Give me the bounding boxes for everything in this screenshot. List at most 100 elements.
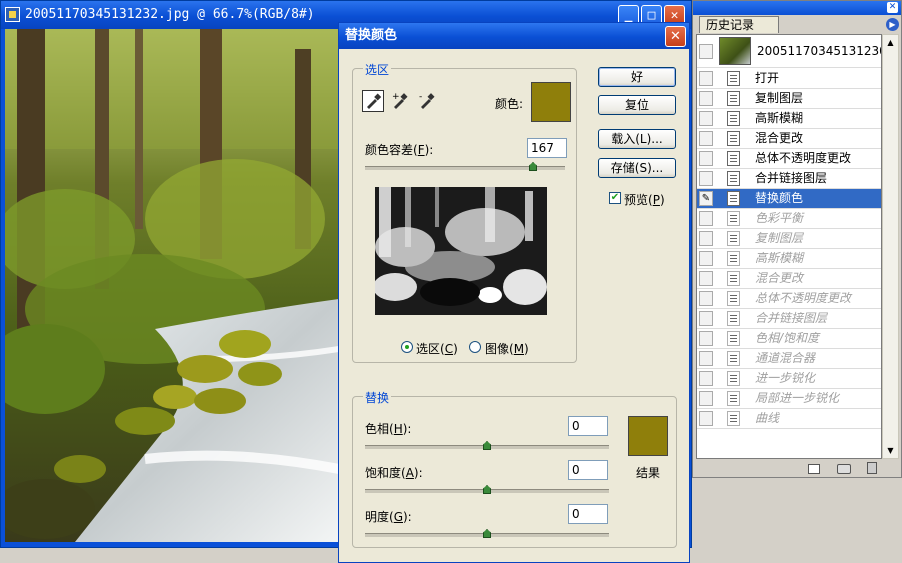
result-label: 结果 [636,466,661,480]
selected-color-swatch[interactable] [531,82,571,122]
history-snapshot[interactable]: 20051170345131230... [697,35,881,68]
history-item[interactable]: 曲线 [697,409,881,429]
eyedropper-minus-tool[interactable]: - [417,90,439,112]
history-item[interactable]: 复制图层 [697,89,881,109]
radio-image[interactable] [469,341,481,353]
load-button[interactable]: 载入(L)... [598,129,676,149]
history-source-box[interactable] [699,271,713,286]
lightness-slider[interactable] [365,529,609,538]
scroll-up-icon[interactable]: ▲ [885,37,896,48]
svg-text:+: + [392,92,400,102]
camera-snapshot-icon[interactable] [837,464,851,474]
history-item[interactable]: 高斯模糊 [697,249,881,269]
saturation-slider[interactable] [365,485,609,494]
history-state-icon [727,351,740,366]
history-item[interactable]: 进一步锐化 [697,369,881,389]
history-item[interactable]: 总体不透明度更改 [697,149,881,169]
history-item[interactable]: 打开 [697,69,881,89]
preview-checkbox[interactable]: ✔ [609,192,621,204]
document-title: 20051170345131232.jpg @ 66.7%(RGB/8#) [25,7,315,22]
hue-label: 色相(H): [365,422,412,436]
history-item[interactable]: 总体不透明度更改 [697,289,881,309]
history-state-icon [727,311,740,326]
history-item[interactable]: 色相/饱和度 [697,329,881,349]
history-state-icon [727,291,740,306]
history-source-box[interactable] [699,391,713,406]
hue-slider[interactable] [365,441,609,450]
history-source-box[interactable] [699,131,713,146]
history-source-box[interactable] [699,411,713,426]
history-source-box[interactable] [699,111,713,126]
lightness-input[interactable] [568,504,608,524]
ok-button[interactable]: 好 [598,67,676,87]
history-source-box[interactable] [699,351,713,366]
history-source-box[interactable] [699,311,713,326]
trash-icon[interactable] [867,462,877,474]
fuzziness-label: 颜色容差(F): [365,143,434,157]
dialog-title-bar[interactable]: 替换颜色 ✕ [339,23,689,49]
history-state-icon [727,211,740,226]
history-state-icon [727,251,740,266]
dialog-close-button[interactable]: ✕ [665,26,686,47]
result-color-swatch[interactable] [628,416,668,456]
history-item[interactable]: 通道混合器 [697,349,881,369]
saturation-label: 饱和度(A): [365,466,423,480]
history-item[interactable]: 高斯模糊 [697,109,881,129]
history-source-box[interactable] [699,171,713,186]
document-canvas-photo[interactable] [5,29,339,542]
history-state-icon [727,271,740,286]
eyedropper-plus-tool[interactable]: + [390,90,412,112]
panel-close-icon[interactable]: ✕ [887,2,898,13]
replace-color-dialog: 替换颜色 ✕ 选区 + - 颜色: 颜色容差(F): 167 选区(C) 图像(… [338,22,690,563]
radio-selection[interactable] [401,341,413,353]
history-source-box[interactable] [699,211,713,226]
saturation-input[interactable] [568,460,608,480]
history-item[interactable]: 合并链接图层 [697,169,881,189]
save-button[interactable]: 存储(S)... [598,158,676,178]
history-item[interactable]: 复制图层 [697,229,881,249]
history-source-box[interactable] [699,151,713,166]
history-item[interactable]: ✎ 替换颜色 [697,189,881,209]
history-item-label: 替换颜色 [755,191,804,205]
history-scrollbar[interactable]: ▲ ▼ [882,34,899,459]
history-item[interactable]: 混合更改 [697,269,881,289]
history-state-icon [727,151,740,166]
reset-button[interactable]: 复位 [598,95,676,115]
selection-group-label: 选区 [363,61,392,78]
history-source-box[interactable] [699,231,713,246]
history-panel-title-bar[interactable]: ✕ [693,1,901,15]
history-item[interactable]: 混合更改 [697,129,881,149]
lightness-label: 明度(G): [365,510,412,524]
snapshot-source-box[interactable] [699,44,713,59]
panel-menu-arrow-icon[interactable]: ▶ [886,18,899,31]
history-source-box[interactable]: ✎ [699,191,713,206]
history-source-box[interactable] [699,291,713,306]
history-source-box[interactable] [699,331,713,346]
hue-input[interactable] [568,416,608,436]
color-label: 颜色: [495,97,524,111]
dialog-title: 替换颜色 [345,28,398,43]
scroll-down-icon[interactable]: ▼ [885,445,896,456]
history-state-icon [727,371,740,386]
history-item-label: 进一步锐化 [755,371,816,385]
history-item[interactable]: 色彩平衡 [697,209,881,229]
history-item[interactable]: 局部进一步锐化 [697,389,881,409]
history-item-label: 混合更改 [755,271,804,285]
history-source-box[interactable] [699,371,713,386]
history-item-label: 局部进一步锐化 [755,391,840,405]
history-state-icon [727,391,740,406]
history-state-icon [727,71,740,86]
history-state-icon [727,411,740,426]
selection-preview-mask [375,187,547,315]
fuzziness-slider[interactable] [365,162,565,171]
history-source-box[interactable] [699,251,713,266]
tab-history[interactable]: 历史记录 [699,16,779,33]
history-state-icon [727,171,740,186]
eyedropper-tool[interactable] [362,90,384,112]
forest-stream-image [5,29,339,542]
history-source-box[interactable] [699,91,713,106]
history-source-box[interactable] [699,71,713,86]
history-item[interactable]: 合并链接图层 [697,309,881,329]
new-document-from-state-icon[interactable] [808,464,820,474]
fuzziness-input[interactable] [527,138,567,158]
